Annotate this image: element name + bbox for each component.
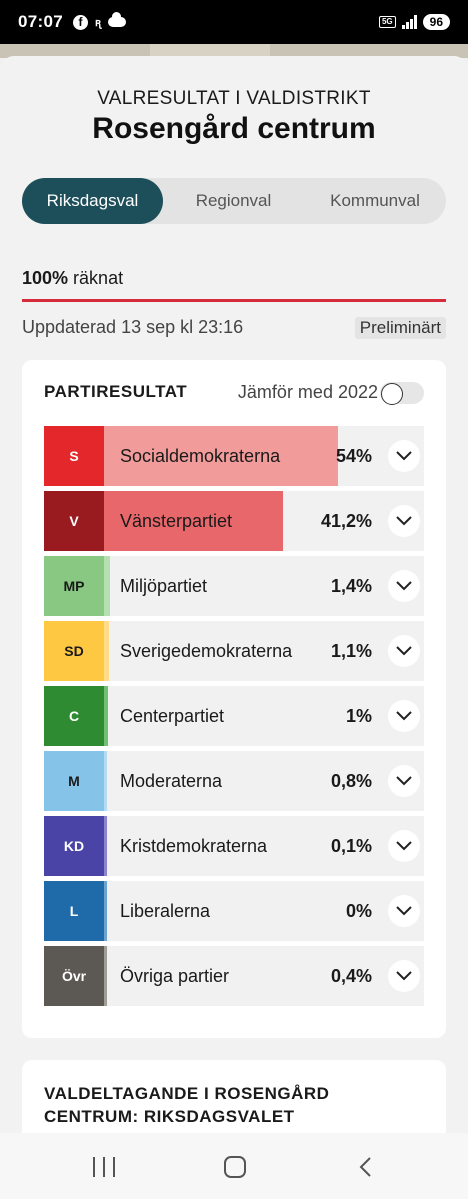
party-percent: 41,2% [320,510,372,531]
party-name: Vänsterpartiet [120,510,233,531]
party-share-bar [104,946,107,1006]
page-pretitle: VALRESULTAT I VALDISTRIKT [97,88,371,109]
recent-apps-icon[interactable] [93,1157,115,1177]
party-abbr: M [44,751,104,811]
party-list: S Socialdemokraterna 54% V Vänsterpartiet 41,… [44,426,424,1011]
party-abbr: C [44,686,104,746]
party-row[interactable]: L Liberalerna 0% [44,881,424,941]
party-name: Liberalerna [120,900,211,921]
results-heading: PARTIRESULTAT [44,382,188,401]
compare-label: Jämför med 2022 [237,382,378,402]
party-abbr: V [44,491,104,551]
party-row[interactable]: V Vänsterpartiet 41,2% [44,491,424,551]
count-progress-bar [22,299,446,302]
party-percent: 1,1% [330,640,372,661]
party-row[interactable]: Övr Övriga partier 0,4% [44,946,424,1006]
party-abbr: KD [44,816,104,876]
clock: 07:07 [18,12,63,31]
updated-timestamp: Uppdaterad 13 sep kl 23:16 [22,317,244,337]
tab-kommunval[interactable]: Kommunval [304,178,446,224]
network-type: 5G [378,16,396,28]
party-row[interactable]: M Moderaterna 0,8% [44,751,424,811]
chevron-down-icon[interactable] [388,570,420,602]
turnout-heading: VALDELTAGANDE I ROSENGÅRD CENTRUM: RIKSD… [44,1084,330,1126]
status-badge: Preliminärt [354,317,446,339]
party-abbr: SD [44,621,104,681]
party-percent: 0,8% [330,770,372,791]
party-share-bar [104,621,109,681]
party-row[interactable]: KD Kristdemokraterna 0,1% [44,816,424,876]
system-nav-bar [0,1133,468,1199]
battery-icon: 96 [422,14,450,30]
party-row[interactable]: S Socialdemokraterna 54% [44,426,424,486]
party-share-bar [104,816,107,876]
party-name: Moderaterna [120,770,223,791]
party-percent: 0,4% [330,965,372,986]
status-bar: 07:07 f ꭆ 5G 96 [0,0,468,44]
party-row[interactable]: MP Miljöpartiet 1,4% [44,556,424,616]
notification-icon: ꭆ [94,16,101,29]
chevron-down-icon[interactable] [388,635,420,667]
cloud-icon [108,12,126,27]
results-sheet: VALRESULTAT I VALDISTRIKT Rosengård cent… [0,56,468,1160]
election-tabs: Riksdagsval Regionval Kommunval [22,178,446,224]
party-percent: 54% [335,445,372,466]
chevron-down-icon[interactable] [388,440,420,472]
party-percent: 1,4% [330,575,372,596]
party-share-bar [104,881,107,941]
facebook-icon: f [72,14,88,30]
party-share-bar [104,556,111,616]
chevron-down-icon[interactable] [388,765,420,797]
counted-status: 100% räknat [22,268,123,289]
party-name: Miljöpartiet [120,575,208,596]
party-percent: 0% [345,900,372,921]
home-icon[interactable] [224,1156,246,1178]
party-name: Sverigedemokraterna [120,640,293,661]
chevron-down-icon[interactable] [388,830,420,862]
page-title: Rosengård centrum [92,112,376,145]
party-abbr: MP [44,556,104,616]
party-share-bar [104,686,109,746]
counted-percent: 100% [22,268,69,288]
party-abbr: Övr [44,946,104,1006]
chevron-down-icon[interactable] [388,960,420,992]
party-abbr: S [44,426,104,486]
party-row[interactable]: SD Sverigedemokraterna 1,1% [44,621,424,681]
party-share-bar [104,751,108,811]
party-name: Centerpartiet [120,705,225,726]
party-name: Övriga partier [120,965,230,986]
party-name: Socialdemokraterna [120,445,281,466]
party-row[interactable]: C Centerpartiet 1% [44,686,424,746]
party-name: Kristdemokraterna [120,835,268,856]
back-icon[interactable] [356,1156,376,1178]
counted-label: räknat [68,268,124,288]
party-percent: 1% [345,705,372,726]
chevron-down-icon[interactable] [388,895,420,927]
tab-riksdagsval[interactable]: Riksdagsval [22,178,163,224]
tab-regionval[interactable]: Regionval [163,178,304,224]
chevron-down-icon[interactable] [388,505,420,537]
signal-icon [401,15,417,29]
compare-toggle[interactable] [380,382,424,405]
party-results-card: PARTIRESULTAT Jämför med 2022 S Socialdem… [22,360,446,1038]
chevron-down-icon[interactable] [388,700,420,732]
party-abbr: L [44,881,104,941]
party-percent: 0,1% [330,835,372,856]
